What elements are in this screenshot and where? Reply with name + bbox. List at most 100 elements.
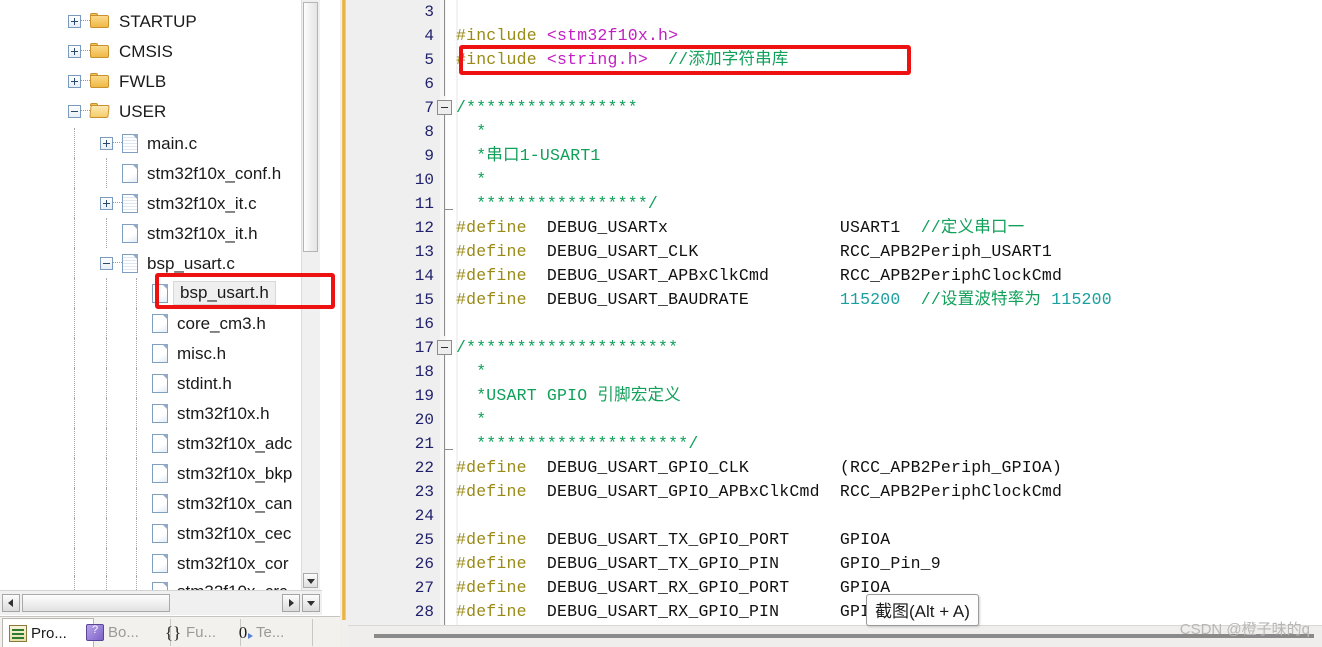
code-editor[interactable]: 3 4 5 6 7 8 9 10 11 12 13 14 15 16 17 18 19 20 21 22 23 24 25 2…	[348, 0, 1322, 647]
editor-horizontal-scroll-thumb[interactable]	[374, 634, 1314, 638]
scroll-right-arrow-icon[interactable]	[282, 594, 300, 612]
tree-item-misc-h[interactable]: misc.h	[0, 338, 226, 368]
code-line[interactable]: #include <stm32f10x.h>	[456, 24, 678, 48]
code-line[interactable]: *********************/	[456, 432, 698, 456]
line-number: 3	[424, 3, 434, 21]
tree-item-bsp-usart-h[interactable]: bsp_usart.h	[0, 278, 276, 308]
code-line[interactable]: #define DEBUG_USART_APBxClkCmd RCC_APB2P…	[456, 264, 1062, 288]
project-tree[interactable]: STARTUP CMSIS FWLB USER main.c stm32f10x_conf…	[0, 0, 320, 590]
tree-item-stm32f10x-conf-h[interactable]: stm32f10x_conf.h	[0, 158, 281, 188]
header-file-icon	[122, 223, 138, 243]
code-token: DEBUG_USART_BAUDRATE	[526, 290, 840, 309]
tree-horizontal-scrollbar[interactable]	[0, 590, 322, 615]
line-number: 28	[414, 603, 434, 621]
code-line[interactable]: #define DEBUG_USART_BAUDRATE 115200 //设置…	[456, 288, 1112, 312]
code-line[interactable]: #define DEBUG_USART_RX_GPIO_PORT GPIOA	[456, 576, 890, 600]
fold-end-marker	[444, 209, 453, 210]
tree-guide-line	[106, 398, 107, 428]
tree-connector	[113, 202, 122, 204]
tree-item-stm32f10x-cor[interactable]: stm32f10x_cor	[0, 548, 289, 578]
tree-item-label: stdint.h	[177, 373, 232, 393]
code-token: DEBUG_USART_GPIO_CLK (RCC_APB2Periph_GPI…	[526, 458, 1063, 477]
code-folding-column[interactable]	[434, 0, 456, 625]
splitter-grip[interactable]	[342, 0, 346, 620]
tree-item-stm32f10x-adc[interactable]: stm32f10x_adc	[0, 428, 292, 458]
code-line[interactable]: #define DEBUG_USART_TX_GPIO_PIN GPIO_Pin…	[456, 552, 941, 576]
tree-vertical-scrollbar[interactable]	[301, 0, 320, 590]
template-icon: 0	[234, 624, 253, 641]
expand-icon[interactable]	[100, 136, 113, 150]
code-line[interactable]: #include <string.h> //添加字符串库	[456, 48, 789, 72]
code-line[interactable]: #define DEBUG_USARTx USART1 //定义串口一	[456, 216, 1024, 240]
code-line[interactable]: /*****************	[456, 96, 638, 120]
tree-item-stm32f10x-cec[interactable]: stm32f10x_cec	[0, 518, 291, 548]
fold-collapse-icon[interactable]	[437, 340, 452, 355]
line-number-gutter: 3 4 5 6 7 8 9 10 11 12 13 14 15 16 17 18 19 20 21 22 23 24 25 2…	[348, 0, 440, 625]
code-token: #define	[456, 554, 527, 573]
code-line[interactable]: *	[456, 120, 486, 144]
tree-item-stm32f10x-crc[interactable]: stm32f10x_crc	[0, 576, 288, 590]
collapse-icon[interactable]	[68, 104, 81, 118]
tree-item-stm32f10x-can[interactable]: stm32f10x_can	[0, 488, 292, 518]
tree-item-stm32f10x-h[interactable]: stm32f10x.h	[0, 398, 270, 428]
tree-item-core-cm3-h[interactable]: core_cm3.h	[0, 308, 266, 338]
tree-horizontal-scroll-thumb[interactable]	[22, 594, 170, 612]
code-line[interactable]: /*********************	[456, 336, 678, 360]
expand-icon[interactable]	[100, 196, 113, 210]
code-line[interactable]: *	[456, 168, 486, 192]
scroll-down-arrow-icon[interactable]	[303, 573, 318, 588]
code-token: *****************/	[456, 194, 659, 213]
tree-vertical-scroll-thumb[interactable]	[303, 2, 318, 252]
tree-guide-line	[106, 308, 107, 338]
tree-item-main-c[interactable]: main.c	[0, 128, 197, 158]
code-line[interactable]: *串口1-USART1	[456, 144, 601, 168]
pane-splitter[interactable]	[340, 0, 348, 647]
expand-icon[interactable]	[68, 74, 81, 88]
tree-guide-line	[106, 576, 107, 590]
code-line[interactable]: #define DEBUG_USART_GPIO_APBxClkCmd RCC_…	[456, 480, 1062, 504]
collapse-icon[interactable]	[100, 256, 113, 270]
tree-item-cmsis[interactable]: CMSIS	[0, 36, 173, 66]
expand-icon[interactable]	[68, 14, 81, 28]
fold-collapse-icon[interactable]	[437, 100, 452, 115]
line-number: 6	[424, 75, 434, 93]
braces-icon: {}	[164, 623, 182, 642]
editor-horizontal-scrollbar[interactable]	[348, 625, 1322, 647]
folder-closed-icon	[90, 43, 110, 59]
scroll-left-arrow-icon[interactable]	[2, 594, 20, 612]
header-file-icon	[152, 403, 168, 423]
code-line[interactable]: *USART GPIO 引脚宏定义	[456, 384, 681, 408]
code-line[interactable]: *****************/	[456, 192, 658, 216]
expand-icon[interactable]	[68, 44, 81, 58]
tree-item-user[interactable]: USER	[0, 96, 166, 126]
code-text-area[interactable]: #include <stm32f10x.h> #include <string.h…	[456, 0, 1322, 625]
line-number: 18	[414, 363, 434, 381]
code-token: *********************/	[456, 434, 699, 453]
tree-item-fwlb[interactable]: FWLB	[0, 66, 166, 96]
pane-tab-te[interactable]: 0 Te...	[228, 619, 313, 646]
tree-item-label: stm32f10x_crc	[177, 582, 288, 591]
fold-range-line	[444, 354, 445, 449]
tree-item-startup[interactable]: STARTUP	[0, 6, 197, 36]
code-token: *	[456, 170, 487, 189]
code-line[interactable]: #define DEBUG_USART_TX_GPIO_PORT GPIOA	[456, 528, 890, 552]
tree-item-stm32f10x-it-h[interactable]: stm32f10x_it.h	[0, 218, 258, 248]
tree-item-stdint-h[interactable]: stdint.h	[0, 368, 232, 398]
code-line[interactable]: *	[456, 408, 486, 432]
code-line[interactable]: #define DEBUG_USART_CLK RCC_APB2Periph_U…	[456, 240, 1052, 264]
tree-guide-line	[74, 368, 75, 398]
tree-item-stm32f10x-bkp[interactable]: stm32f10x_bkp	[0, 458, 292, 488]
tree-guide-line	[74, 278, 75, 308]
scroll-dropdown-arrow-icon[interactable]	[302, 594, 320, 612]
code-token: #define	[456, 482, 527, 501]
tree-guide-line	[106, 518, 107, 548]
code-line[interactable]: #define DEBUG_USART_GPIO_CLK (RCC_APB2Pe…	[456, 456, 1062, 480]
code-line[interactable]: *	[456, 360, 486, 384]
code-token: 115200	[839, 290, 901, 309]
header-file-icon	[152, 553, 168, 573]
tree-item-bsp-usart-c[interactable]: bsp_usart.c	[0, 248, 235, 278]
tree-guide-line	[106, 218, 107, 248]
tree-item-stm32f10x-it-c[interactable]: stm32f10x_it.c	[0, 188, 257, 218]
tree-guide-line	[74, 398, 75, 428]
